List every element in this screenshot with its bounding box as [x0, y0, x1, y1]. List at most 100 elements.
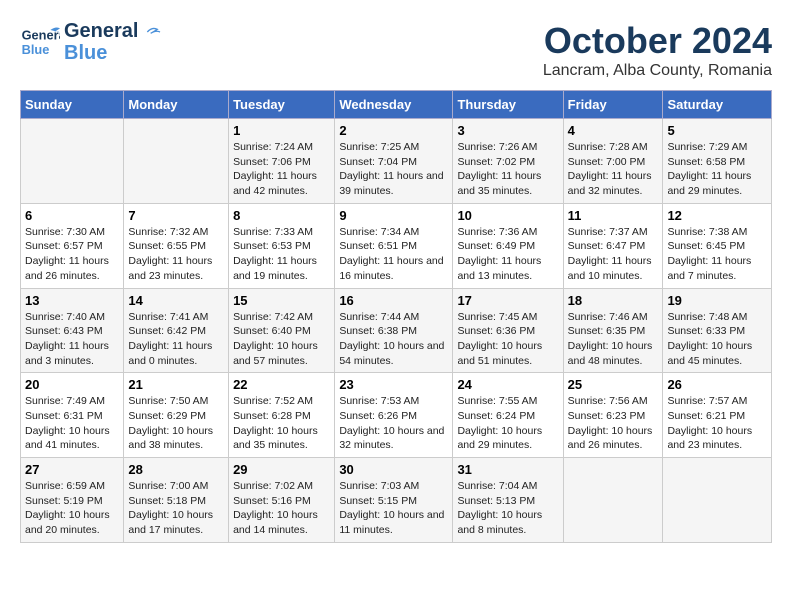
calendar-cell: 10 Sunrise: 7:36 AM Sunset: 6:49 PM Dayli…: [453, 203, 563, 288]
day-header-wednesday: Wednesday: [335, 91, 453, 119]
day-number: 27: [25, 462, 119, 477]
day-info: Sunrise: 7:03 AM Sunset: 5:15 PM Dayligh…: [339, 479, 448, 538]
day-header-saturday: Saturday: [663, 91, 772, 119]
day-header-sunday: Sunday: [21, 91, 124, 119]
bird-icon: [144, 24, 164, 40]
day-number: 13: [25, 293, 119, 308]
day-info: Sunrise: 7:02 AM Sunset: 5:16 PM Dayligh…: [233, 479, 330, 538]
day-number: 17: [457, 293, 558, 308]
calendar-cell: 30 Sunrise: 7:03 AM Sunset: 5:15 PM Dayli…: [335, 458, 453, 543]
day-number: 9: [339, 208, 448, 223]
day-info: Sunrise: 7:24 AM Sunset: 7:06 PM Dayligh…: [233, 140, 330, 199]
day-number: 11: [568, 208, 659, 223]
calendar-cell: [21, 119, 124, 204]
day-number: 19: [667, 293, 767, 308]
month-title: October 2024: [543, 20, 772, 62]
calendar-cell: 20 Sunrise: 7:49 AM Sunset: 6:31 PM Dayli…: [21, 373, 124, 458]
day-number: 3: [457, 123, 558, 138]
calendar-cell: 19Sunrise: 7:48 AM Sunset: 6:33 PM Dayli…: [663, 288, 772, 373]
calendar-cell: 17 Sunrise: 7:45 AM Sunset: 6:36 PM Dayli…: [453, 288, 563, 373]
calendar-cell: 6Sunrise: 7:30 AM Sunset: 6:57 PM Daylig…: [21, 203, 124, 288]
day-number: 16: [339, 293, 448, 308]
location: Lancram, Alba County, Romania: [543, 62, 772, 80]
day-info: Sunrise: 7:28 AM Sunset: 7:00 PM Dayligh…: [568, 140, 659, 199]
day-info: Sunrise: 7:45 AM Sunset: 6:36 PM Dayligh…: [457, 310, 558, 369]
logo-icon: General Blue: [20, 22, 60, 62]
day-number: 8: [233, 208, 330, 223]
day-number: 26: [667, 377, 767, 392]
calendar-cell: 2 Sunrise: 7:25 AM Sunset: 7:04 PM Daylig…: [335, 119, 453, 204]
calendar-cell: [124, 119, 229, 204]
day-number: 7: [128, 208, 224, 223]
day-info: Sunrise: 7:53 AM Sunset: 6:26 PM Dayligh…: [339, 394, 448, 453]
day-number: 20: [25, 377, 119, 392]
day-info: Sunrise: 7:04 AM Sunset: 5:13 PM Dayligh…: [457, 479, 558, 538]
week-row-1: 1 Sunrise: 7:24 AM Sunset: 7:06 PM Daylig…: [21, 119, 772, 204]
day-number: 10: [457, 208, 558, 223]
calendar-cell: 22Sunrise: 7:52 AM Sunset: 6:28 PM Dayli…: [229, 373, 335, 458]
week-row-3: 13 Sunrise: 7:40 AM Sunset: 6:43 PM Dayli…: [21, 288, 772, 373]
day-info: Sunrise: 7:44 AM Sunset: 6:38 PM Dayligh…: [339, 310, 448, 369]
calendar-cell: 23Sunrise: 7:53 AM Sunset: 6:26 PM Dayli…: [335, 373, 453, 458]
day-number: 21: [128, 377, 224, 392]
svg-text:Blue: Blue: [22, 42, 50, 57]
calendar-cell: 27 Sunrise: 6:59 AM Sunset: 5:19 PM Dayli…: [21, 458, 124, 543]
day-info: Sunrise: 7:30 AM Sunset: 6:57 PM Dayligh…: [25, 225, 119, 284]
page-header: General Blue General Blue October 2024 L…: [20, 20, 772, 80]
day-info: Sunrise: 7:00 AM Sunset: 5:18 PM Dayligh…: [128, 479, 224, 538]
calendar-cell: 11 Sunrise: 7:37 AM Sunset: 6:47 PM Dayli…: [563, 203, 663, 288]
calendar-cell: 14 Sunrise: 7:41 AM Sunset: 6:42 PM Dayli…: [124, 288, 229, 373]
day-number: 5: [667, 123, 767, 138]
calendar-cell: 18 Sunrise: 7:46 AM Sunset: 6:35 PM Dayli…: [563, 288, 663, 373]
title-area: October 2024 Lancram, Alba County, Roman…: [543, 20, 772, 80]
logo-general-text: General: [64, 20, 164, 42]
calendar-cell: 12 Sunrise: 7:38 AM Sunset: 6:45 PM Dayli…: [663, 203, 772, 288]
calendar-cell: 15 Sunrise: 7:42 AM Sunset: 6:40 PM Dayli…: [229, 288, 335, 373]
day-info: Sunrise: 7:41 AM Sunset: 6:42 PM Dayligh…: [128, 310, 224, 369]
day-info: Sunrise: 7:55 AM Sunset: 6:24 PM Dayligh…: [457, 394, 558, 453]
calendar-table: SundayMondayTuesdayWednesdayThursdayFrid…: [20, 90, 772, 543]
day-number: 29: [233, 462, 330, 477]
day-info: Sunrise: 6:59 AM Sunset: 5:19 PM Dayligh…: [25, 479, 119, 538]
calendar-cell: 24Sunrise: 7:55 AM Sunset: 6:24 PM Dayli…: [453, 373, 563, 458]
day-number: 4: [568, 123, 659, 138]
calendar-cell: 3 Sunrise: 7:26 AM Sunset: 7:02 PM Daylig…: [453, 119, 563, 204]
day-number: 14: [128, 293, 224, 308]
day-info: Sunrise: 7:57 AM Sunset: 6:21 PM Dayligh…: [667, 394, 767, 453]
day-info: Sunrise: 7:36 AM Sunset: 6:49 PM Dayligh…: [457, 225, 558, 284]
day-number: 12: [667, 208, 767, 223]
calendar-cell: 31 Sunrise: 7:04 AM Sunset: 5:13 PM Dayli…: [453, 458, 563, 543]
calendar-cell: 8 Sunrise: 7:33 AM Sunset: 6:53 PM Daylig…: [229, 203, 335, 288]
day-info: Sunrise: 7:38 AM Sunset: 6:45 PM Dayligh…: [667, 225, 767, 284]
day-info: Sunrise: 7:26 AM Sunset: 7:02 PM Dayligh…: [457, 140, 558, 199]
day-header-monday: Monday: [124, 91, 229, 119]
day-header-tuesday: Tuesday: [229, 91, 335, 119]
week-row-2: 6Sunrise: 7:30 AM Sunset: 6:57 PM Daylig…: [21, 203, 772, 288]
logo-blue-text: Blue: [64, 42, 164, 64]
day-info: Sunrise: 7:25 AM Sunset: 7:04 PM Dayligh…: [339, 140, 448, 199]
day-info: Sunrise: 7:40 AM Sunset: 6:43 PM Dayligh…: [25, 310, 119, 369]
day-info: Sunrise: 7:37 AM Sunset: 6:47 PM Dayligh…: [568, 225, 659, 284]
calendar-cell: 5 Sunrise: 7:29 AM Sunset: 6:58 PM Daylig…: [663, 119, 772, 204]
day-info: Sunrise: 7:32 AM Sunset: 6:55 PM Dayligh…: [128, 225, 224, 284]
day-number: 2: [339, 123, 448, 138]
calendar-cell: [563, 458, 663, 543]
day-number: 30: [339, 462, 448, 477]
day-number: 18: [568, 293, 659, 308]
day-info: Sunrise: 7:49 AM Sunset: 6:31 PM Dayligh…: [25, 394, 119, 453]
day-info: Sunrise: 7:33 AM Sunset: 6:53 PM Dayligh…: [233, 225, 330, 284]
day-header-friday: Friday: [563, 91, 663, 119]
calendar-cell: 7 Sunrise: 7:32 AM Sunset: 6:55 PM Daylig…: [124, 203, 229, 288]
day-info: Sunrise: 7:50 AM Sunset: 6:29 PM Dayligh…: [128, 394, 224, 453]
day-info: Sunrise: 7:46 AM Sunset: 6:35 PM Dayligh…: [568, 310, 659, 369]
day-number: 31: [457, 462, 558, 477]
week-row-5: 27 Sunrise: 6:59 AM Sunset: 5:19 PM Dayli…: [21, 458, 772, 543]
day-info: Sunrise: 7:42 AM Sunset: 6:40 PM Dayligh…: [233, 310, 330, 369]
calendar-cell: 25Sunrise: 7:56 AM Sunset: 6:23 PM Dayli…: [563, 373, 663, 458]
day-info: Sunrise: 7:29 AM Sunset: 6:58 PM Dayligh…: [667, 140, 767, 199]
day-number: 1: [233, 123, 330, 138]
day-info: Sunrise: 7:52 AM Sunset: 6:28 PM Dayligh…: [233, 394, 330, 453]
calendar-cell: 16 Sunrise: 7:44 AM Sunset: 6:38 PM Dayli…: [335, 288, 453, 373]
calendar-cell: 4 Sunrise: 7:28 AM Sunset: 7:00 PM Daylig…: [563, 119, 663, 204]
day-number: 15: [233, 293, 330, 308]
